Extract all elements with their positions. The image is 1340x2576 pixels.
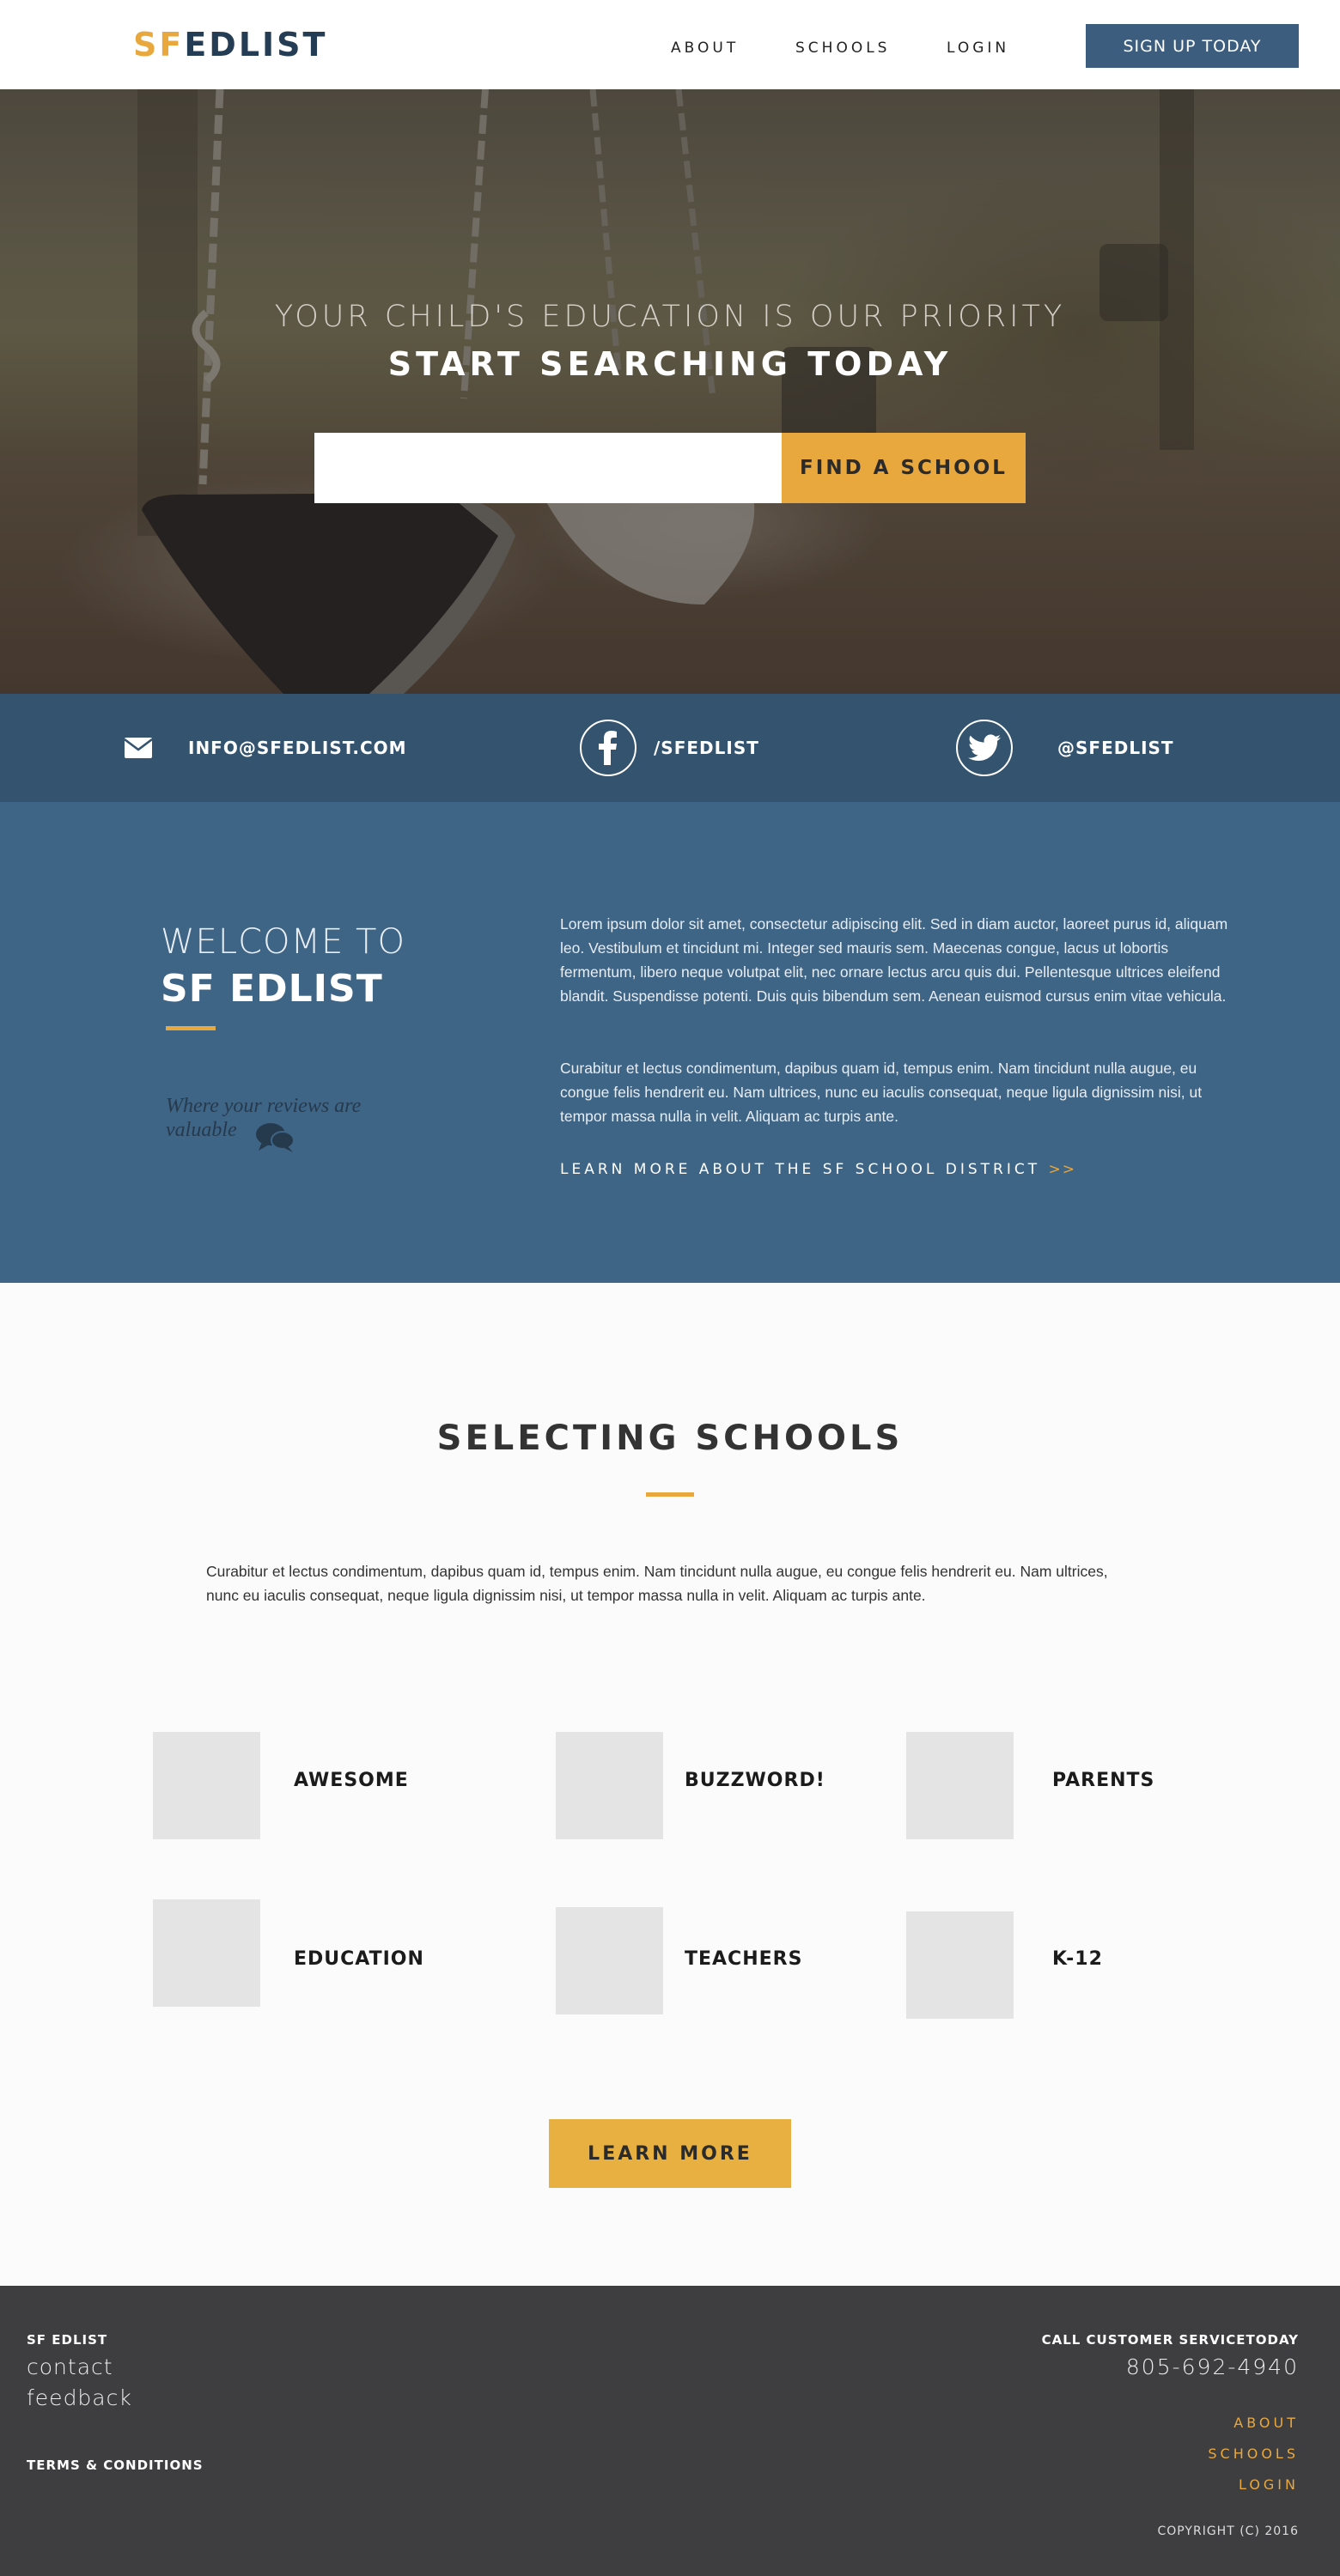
feature-label-awesome: AWESOME bbox=[294, 1770, 409, 1791]
footer-copyright: COPYRIGHT (C) 2016 bbox=[1157, 2524, 1299, 2538]
contact-bar: INFO@SFEDLIST.COM /SFEDLIST @SFEDLIST bbox=[0, 694, 1340, 802]
selecting-schools-title: SELECTING SCHOOLS bbox=[436, 1419, 904, 1458]
feature-image-placeholder bbox=[153, 1732, 260, 1839]
feature-image-placeholder bbox=[906, 1911, 1014, 2019]
welcome-pretitle: WELCOME TO bbox=[161, 922, 405, 962]
welcome-paragraph-2: Curabitur et lectus condimentum, dapibus… bbox=[560, 1060, 1203, 1125]
feature-image-placeholder bbox=[906, 1732, 1014, 1839]
contact-twitter[interactable]: @SFEDLIST bbox=[956, 694, 1174, 802]
hero-background-image bbox=[137, 89, 1194, 694]
nav-link-schools[interactable]: SCHOOLS bbox=[795, 39, 890, 57]
welcome-paragraph-1: Lorem ipsum dolor sit amet, consectetur … bbox=[560, 915, 1228, 1005]
logo[interactable]: SFEDLIST bbox=[133, 26, 327, 64]
footer-phone: 805-692-4940 bbox=[1125, 2354, 1299, 2379]
footer-terms-link[interactable]: TERMS & CONDITIONS bbox=[27, 2458, 204, 2473]
nav-link-login[interactable]: LOGIN bbox=[947, 39, 1009, 57]
logo-edlist: EDLIST bbox=[184, 26, 328, 64]
feature-label-buzzword: BUZZWORD! bbox=[685, 1770, 825, 1791]
logo-sf: SF bbox=[133, 26, 185, 64]
welcome-title: SF EDLIST bbox=[161, 967, 383, 1011]
footer-feedback-link[interactable]: feedback bbox=[27, 2385, 132, 2410]
learn-more-button[interactable]: LEARN MORE bbox=[549, 2119, 791, 2188]
footer-link-login[interactable]: LOGIN bbox=[1239, 2476, 1299, 2493]
twitter-icon bbox=[956, 720, 1013, 776]
nav-link-about[interactable]: ABOUT bbox=[671, 39, 739, 57]
footer-link-schools[interactable]: SCHOOLS bbox=[1208, 2445, 1299, 2462]
school-search-input[interactable] bbox=[314, 433, 782, 503]
welcome-section: WELCOME TO SF EDLIST Where your reviews … bbox=[0, 802, 1340, 1283]
feature-label-parents: PARENTS bbox=[1052, 1770, 1155, 1791]
footer-call-label: CALL CUSTOMER SERVICETODAY bbox=[1041, 2332, 1299, 2348]
contact-email[interactable]: INFO@SFEDLIST.COM bbox=[125, 694, 407, 802]
selecting-paragraph: Curabitur et lectus condimentum, dapibus… bbox=[206, 1563, 1108, 1604]
learn-more-district-link[interactable]: LEARN MORE ABOUT THE SF SCHOOL DISTRICT … bbox=[560, 1161, 1076, 1178]
contact-email-text: INFO@SFEDLIST.COM bbox=[188, 738, 407, 758]
chat-bubbles-icon bbox=[256, 1123, 295, 1152]
footer: SF EDLIST contact feedback TERMS & CONDI… bbox=[0, 2286, 1340, 2576]
hero-title: START SEARCHING TODAY bbox=[387, 345, 953, 383]
contact-facebook-text: /SFEDLIST bbox=[654, 738, 759, 758]
footer-contact-link[interactable]: contact bbox=[27, 2354, 113, 2379]
feature-image-placeholder bbox=[153, 1899, 260, 2007]
contact-twitter-text: @SFEDLIST bbox=[1057, 738, 1174, 758]
feature-label-teachers: TEACHERS bbox=[685, 1948, 803, 1970]
feature-label-education: EDUCATION bbox=[294, 1948, 424, 1970]
find-a-school-button[interactable]: FIND A SCHOOL bbox=[782, 433, 1026, 503]
top-nav: SFEDLIST ABOUT SCHOOLS LOGIN SIGN UP TOD… bbox=[0, 0, 1340, 89]
feature-image-placeholder bbox=[556, 1732, 663, 1839]
footer-brand: SF EDLIST bbox=[27, 2332, 108, 2348]
envelope-icon bbox=[125, 738, 152, 758]
facebook-icon bbox=[580, 720, 636, 776]
feature-image-placeholder bbox=[556, 1907, 663, 2014]
welcome-divider bbox=[166, 1026, 216, 1030]
hero-subtitle: YOUR CHILD'S EDUCATION IS OUR PRIORITY bbox=[274, 300, 1066, 334]
double-chevron-right-icon: >> bbox=[1048, 1161, 1077, 1178]
learn-more-district-text: LEARN MORE ABOUT THE SF SCHOOL DISTRICT bbox=[560, 1161, 1041, 1178]
sign-up-button[interactable]: SIGN UP TODAY bbox=[1086, 24, 1299, 68]
selecting-divider bbox=[646, 1492, 694, 1497]
contact-facebook[interactable]: /SFEDLIST bbox=[580, 694, 759, 802]
footer-link-about[interactable]: ABOUT bbox=[1233, 2415, 1299, 2431]
feature-label-k12: K-12 bbox=[1052, 1948, 1103, 1970]
hero-section: YOUR CHILD'S EDUCATION IS OUR PRIORITY S… bbox=[0, 89, 1340, 694]
